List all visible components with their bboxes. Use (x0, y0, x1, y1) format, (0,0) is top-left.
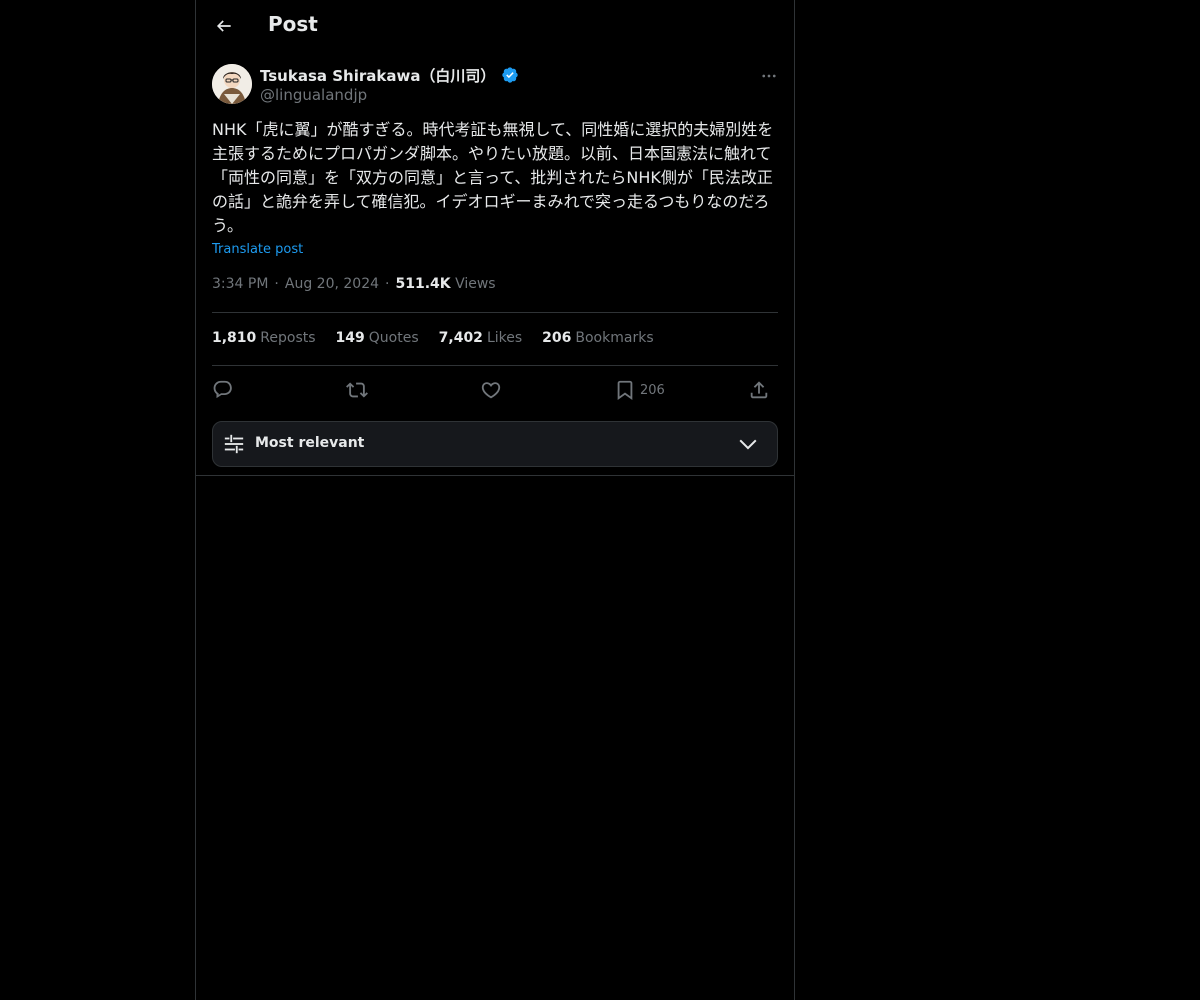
main-column: Post Tsukasa Shirakawa（白川司） @lingualandj… (195, 0, 795, 1000)
replies-sort-dropdown[interactable]: Most relevant (212, 421, 778, 467)
heart-icon (481, 382, 501, 399)
post-metadata: 3:34 PM · Aug 20, 2024 · 511.4K Views (212, 276, 496, 292)
reposts-count: 1,810 (212, 330, 257, 346)
bookmark-icon (617, 380, 633, 401)
reply-button[interactable] (212, 376, 234, 404)
divider (212, 365, 778, 366)
avatar-illustration (212, 64, 252, 104)
post-time[interactable]: 3:34 PM (212, 276, 268, 292)
like-button[interactable] (480, 376, 502, 404)
chevron-down-icon (739, 439, 757, 450)
repost-button[interactable] (346, 376, 368, 404)
bookmark-button[interactable]: 206 (614, 376, 665, 404)
more-horizontal-icon (762, 74, 776, 78)
share-icon (750, 381, 768, 399)
meta-separator: · (385, 276, 390, 292)
arrow-left-icon (216, 20, 231, 32)
bookmarks-label: Bookmarks (575, 330, 654, 346)
meta-separator: · (274, 276, 279, 292)
avatar[interactable] (212, 64, 252, 104)
post-text: NHK「虎に翼」が酷すぎる。時代考証も無視して、同性婚に選択的夫婦別姓を主張する… (212, 120, 774, 235)
top-bar: Post (196, 0, 794, 53)
translate-post-link[interactable]: Translate post (212, 242, 303, 257)
sort-label: Most relevant (255, 435, 365, 451)
reposts-stat[interactable]: 1,810 Reposts (212, 330, 316, 350)
divider (212, 312, 778, 313)
page-title: Post (268, 12, 318, 36)
sliders-icon (224, 434, 244, 454)
post-date[interactable]: Aug 20, 2024 (285, 276, 379, 292)
bookmarks-count: 206 (542, 330, 572, 346)
quotes-count: 149 (335, 330, 365, 346)
reposts-label: Reposts (260, 330, 316, 346)
section-divider (196, 475, 794, 476)
action-bar: 206 (212, 376, 778, 404)
verified-badge-icon (501, 66, 519, 84)
more-options-button[interactable] (758, 65, 780, 87)
bookmark-count: 206 (640, 382, 665, 398)
views-count: 511.4K (395, 276, 451, 292)
author-display-name[interactable]: Tsukasa Shirakawa（白川司） (260, 65, 495, 86)
author-name-row: Tsukasa Shirakawa（白川司） (260, 64, 519, 86)
bookmarks-stat[interactable]: 206 Bookmarks (542, 330, 653, 350)
quotes-stat[interactable]: 149 Quotes (336, 330, 419, 350)
reply-icon (213, 380, 232, 399)
back-button[interactable] (212, 14, 236, 38)
share-button[interactable] (748, 376, 770, 404)
author-handle[interactable]: @lingualandjp (260, 86, 367, 104)
engagement-stats: 1,810 Reposts 149 Quotes 7,402 Likes 206 Boo… (212, 330, 654, 350)
views-label: Views (455, 276, 496, 292)
likes-label: Likes (486, 330, 523, 346)
repost-icon (346, 382, 368, 398)
quotes-label: Quotes (368, 330, 419, 346)
likes-stat[interactable]: 7,402 Likes (439, 330, 523, 350)
likes-count: 7,402 (438, 330, 483, 346)
